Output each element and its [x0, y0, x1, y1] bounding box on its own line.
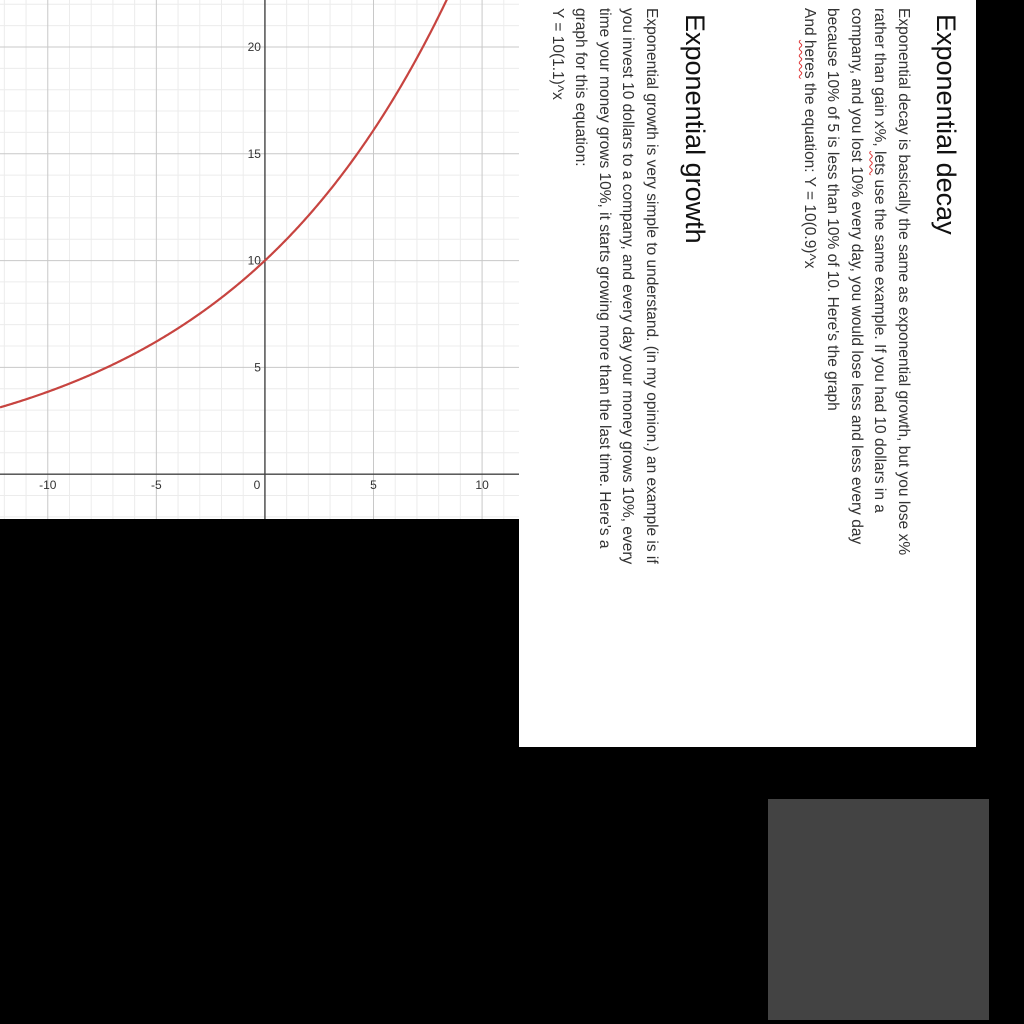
x-tick-label: -5 — [151, 478, 162, 492]
growth-line: time your money grows 10%, it starts gro… — [596, 8, 613, 549]
curve-sample-point — [220, 297, 222, 299]
curve-sample-point — [438, 15, 440, 17]
x-tick-label: -10 — [39, 478, 57, 492]
decay-line: Exponential decay is basically the same … — [895, 8, 912, 556]
curve-sample-point — [134, 353, 136, 355]
curve-sample-point — [177, 327, 179, 329]
x-tick-label: 5 — [370, 478, 377, 492]
curve-sample-point — [90, 373, 92, 375]
decay-line: rather than gain x%, lets use the same e… — [868, 8, 892, 723]
y-tick-label: 5 — [254, 360, 261, 374]
growth-line: graph for this equation: — [572, 8, 590, 167]
decay-heading: Exponential decay — [931, 14, 961, 235]
growth-line: Exponential growth is very simple to und… — [643, 8, 660, 564]
curve-sample-point — [264, 260, 266, 262]
curve-sample-point — [394, 95, 396, 97]
decay-text-fragment: rather than gain x%, — [871, 8, 889, 152]
decay-text-fragment: the equation: Y = 10(0.9)^x — [801, 78, 818, 269]
grey-block — [768, 799, 989, 1020]
curve-sample-point — [47, 391, 49, 393]
spellcheck-word[interactable]: heres — [801, 40, 818, 79]
decay-text-fragment: use the same example. If you had 10 doll… — [871, 175, 889, 513]
spellcheck-word[interactable]: lets — [872, 151, 889, 175]
decay-line: company, and you lost 10% every day, you… — [848, 8, 865, 545]
growth-line: you invest 10 dollars to a company, and … — [619, 8, 637, 565]
y-tick-label: 15 — [248, 147, 262, 161]
graph-panel[interactable]: -10 -5 0 5 10 5 10 15 20 — [0, 0, 519, 519]
y-tick-label: 20 — [248, 40, 262, 54]
curve-sample-point — [351, 160, 353, 162]
growth-heading: Exponential growth — [680, 14, 710, 244]
growth-paragraph: Exponential growth is very simple to und… — [546, 8, 664, 723]
document-content: Exponential decay Exponential decay is b… — [519, 0, 976, 747]
exponential-growth-graph[interactable]: -10 -5 0 5 105101520 — [0, 0, 519, 519]
decay-line: because 10% of 5 is less than 10% of 10.… — [824, 8, 842, 411]
decay-line: And heres the equation: Y = 10(0.9)^x — [798, 8, 822, 723]
x-tick-label: 10 — [475, 478, 489, 492]
growth-equation: Y = 10(1.1)^x — [549, 8, 566, 100]
curve-sample-point — [307, 215, 309, 217]
document-page: Exponential decay Exponential decay is b… — [519, 0, 976, 747]
screen: -10 -5 0 5 10 5 10 15 20 Exponential decay Expon… — [0, 0, 1024, 1024]
decay-text-fragment: And — [801, 8, 818, 40]
x-tick-label: 0 — [254, 478, 261, 492]
decay-paragraph: Exponential decay is basically the same … — [798, 8, 916, 723]
